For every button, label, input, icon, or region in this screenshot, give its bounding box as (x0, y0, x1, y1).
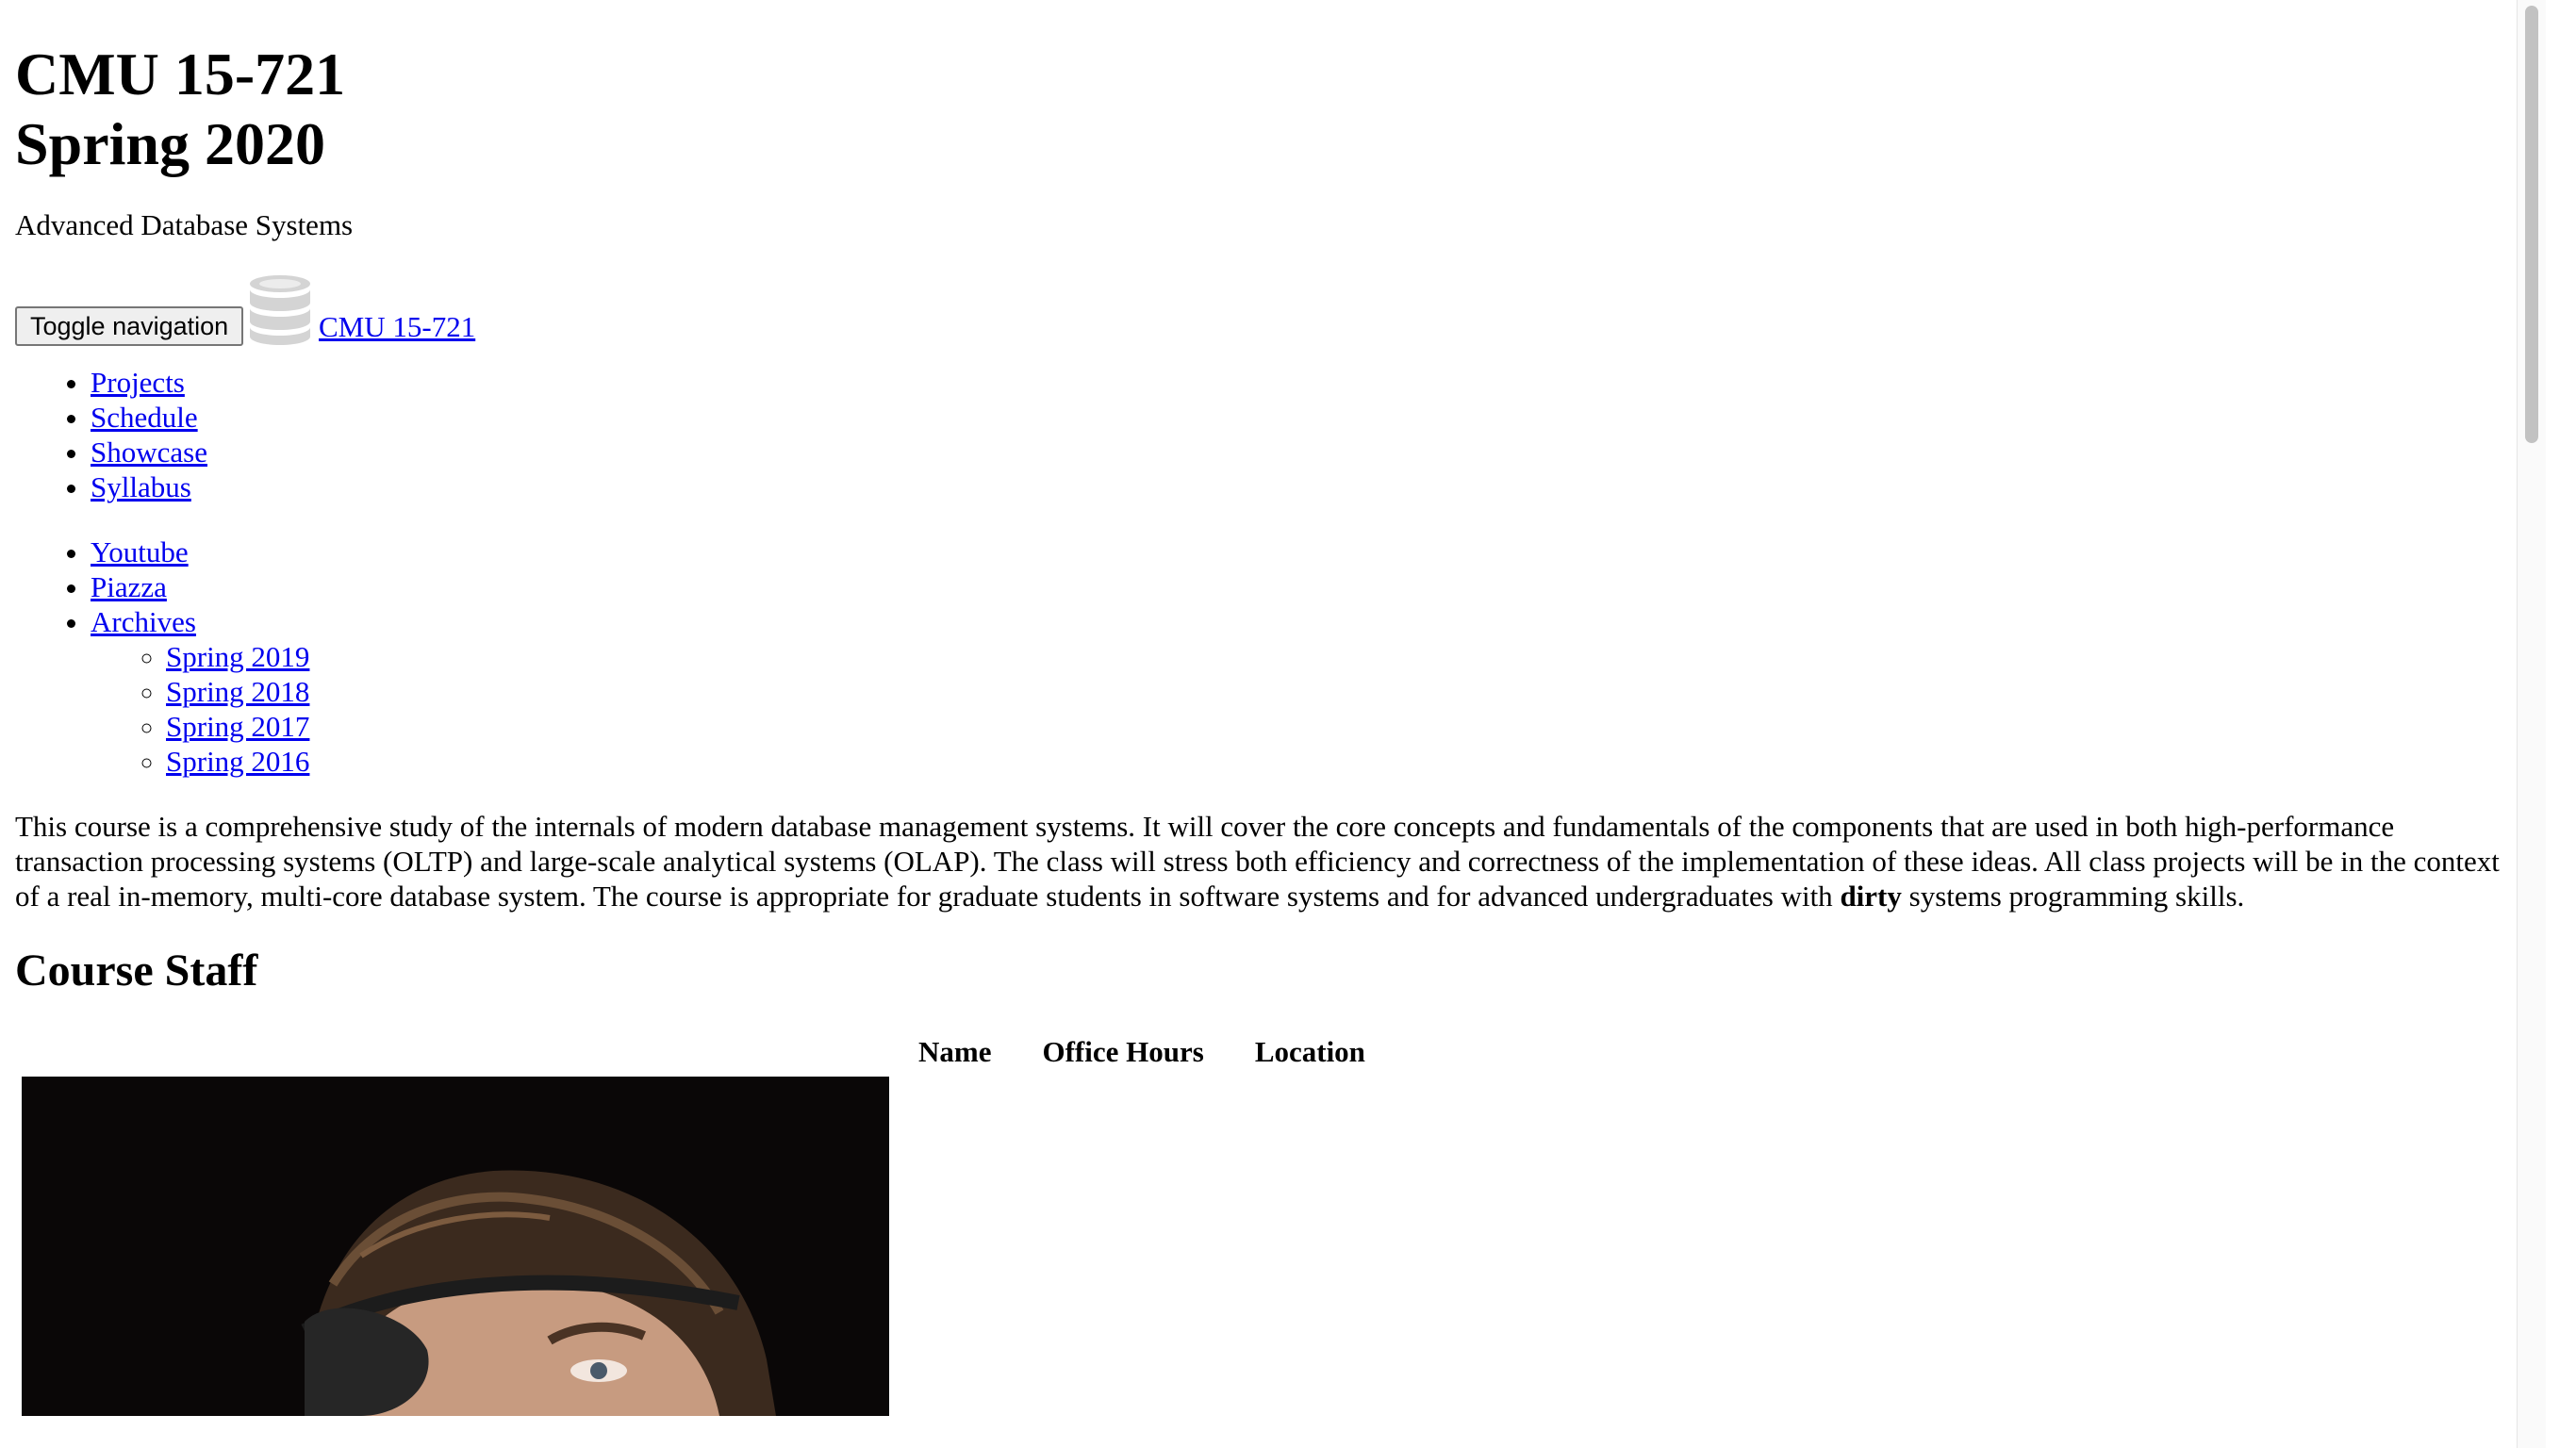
column-header-name: Name (918, 1034, 992, 1068)
nav-item-piazza: Piazza (91, 569, 2523, 604)
secondary-nav: Youtube Piazza Archives Spring 2019 Spri… (15, 535, 2523, 779)
archive-link-spring-2016[interactable]: Spring 2016 (166, 745, 309, 778)
archive-item: Spring 2016 (166, 744, 2523, 779)
description-bold: dirty (1840, 880, 1902, 913)
site-title-term: Spring 2020 (15, 110, 325, 177)
archives-submenu: Spring 2019 Spring 2018 Spring 2017 Spri… (91, 639, 2523, 779)
primary-nav: Projects Schedule Showcase Syllabus (15, 365, 2523, 504)
nav-item-syllabus: Syllabus (91, 469, 2523, 504)
toggle-navigation-button[interactable]: Toggle navigation (15, 306, 244, 346)
nav-link-archives[interactable]: Archives (91, 605, 196, 638)
photo-column-header (21, 1032, 890, 1070)
scrollbar-thumb[interactable] (2525, 6, 2538, 443)
nav-link-projects[interactable]: Projects (91, 366, 185, 399)
staff-table: Name Office Hours Location (15, 1027, 1394, 1423)
archive-item: Spring 2018 (166, 674, 2523, 709)
archive-link-spring-2018[interactable]: Spring 2018 (166, 675, 309, 708)
brand-link[interactable]: CMU 15-721 (247, 269, 475, 346)
database-icon (247, 274, 313, 346)
navbar: Toggle navigation CMU 15-721 (15, 269, 2523, 346)
archive-link-spring-2017[interactable]: Spring 2017 (166, 710, 309, 743)
column-header-location: Location (1254, 1034, 1365, 1068)
column-header-office-hours: Office Hours (1042, 1034, 1204, 1068)
archive-item: Spring 2017 (166, 709, 2523, 744)
nav-link-schedule[interactable]: Schedule (91, 401, 198, 434)
archive-link-spring-2019[interactable]: Spring 2019 (166, 640, 309, 673)
course-staff-heading: Course Staff (15, 946, 258, 996)
site-title: CMU 15-721 Spring 2020 (15, 40, 2523, 179)
nav-item-showcase: Showcase (91, 435, 2523, 469)
nav-link-piazza[interactable]: Piazza (91, 570, 167, 603)
description-text-end: systems programming skills. (1901, 880, 2245, 913)
archive-item: Spring 2019 (166, 639, 2523, 674)
nav-item-schedule: Schedule (91, 400, 2523, 435)
vertical-scrollbar[interactable] (2517, 0, 2546, 1448)
nav-link-syllabus[interactable]: Syllabus (91, 470, 191, 503)
page: CMU 15-721 Spring 2020 Advanced Database… (0, 0, 2546, 1448)
main-content: CMU 15-721 Spring 2020 Advanced Database… (15, 0, 2523, 1423)
staff-photo (22, 1077, 889, 1416)
staff-photo-cell (21, 1076, 890, 1417)
nav-link-youtube[interactable]: Youtube (91, 535, 189, 568)
site-subtitle: Advanced Database Systems (15, 208, 354, 241)
nav-link-showcase[interactable]: Showcase (91, 436, 207, 469)
table-row (21, 1076, 1388, 1417)
staff-table-header: Name Office Hours Location (21, 1032, 1388, 1070)
course-description: This course is a comprehensive study of … (15, 809, 2504, 913)
brand-label: CMU 15-721 (319, 310, 476, 343)
site-title-course: CMU 15-721 (15, 41, 346, 107)
nav-item-youtube: Youtube (91, 535, 2523, 569)
nav-item-archives: Archives Spring 2019 Spring 2018 Spring … (91, 604, 2523, 779)
nav-item-projects: Projects (91, 365, 2523, 400)
